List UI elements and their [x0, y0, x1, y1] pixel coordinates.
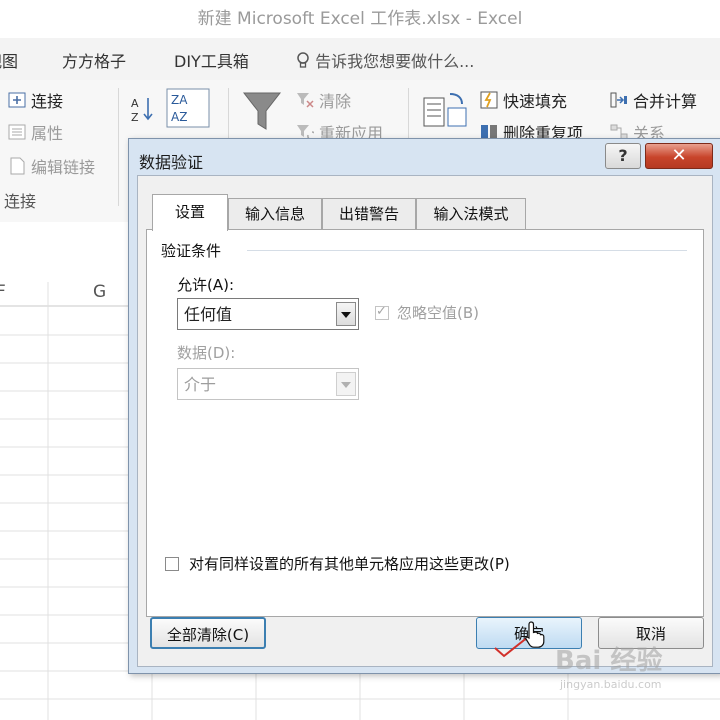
sort-az-icon[interactable]: A Z: [130, 94, 156, 124]
clear-filter-label: 清除: [319, 92, 352, 111]
watermark-url: jingyan.baidu.com: [560, 678, 662, 691]
menu-diy-toolbox[interactable]: DIY工具箱: [174, 48, 249, 72]
connections-label: 连接: [31, 92, 64, 111]
filter-icon[interactable]: [242, 90, 282, 134]
apply-all-label: 对有同样设置的所有其他单元格应用这些更改(P): [189, 555, 510, 573]
allow-label: 允许(A):: [177, 276, 235, 294]
svg-text:AZ: AZ: [171, 110, 187, 124]
properties-label: 属性: [31, 124, 64, 143]
chevron-down-icon[interactable]: [336, 372, 356, 396]
data-validation-dialog: 数据验证 ? ✕ 设置 输入信息 出错警告 输入法模式 验证条件 允许(A): …: [128, 138, 720, 674]
data-select[interactable]: 介于: [177, 368, 359, 400]
ignore-blank-checkbox[interactable]: [375, 304, 389, 320]
clear-all-button[interactable]: 全部清除(C): [150, 617, 266, 649]
allow-value: 任何值: [184, 305, 233, 324]
svg-text:A: A: [131, 97, 139, 110]
close-button[interactable]: ✕: [645, 143, 713, 169]
watermark-logo: Bai 经验: [555, 646, 663, 676]
flash-fill-label: 快速填充: [503, 92, 568, 111]
column-header-g[interactable]: G: [93, 282, 106, 302]
chevron-down-icon[interactable]: [336, 302, 356, 326]
mouse-cursor-icon: [525, 621, 545, 648]
menu-fangfang[interactable]: 方方格子: [62, 48, 126, 72]
svg-text:ZA: ZA: [171, 93, 188, 107]
close-icon: ✕: [671, 145, 687, 166]
group-separator: [118, 88, 119, 206]
consolidate-icon: [610, 92, 627, 108]
help-button[interactable]: ?: [605, 143, 641, 169]
section-divider: [247, 250, 687, 251]
sort-dialog-icon[interactable]: ZA AZ: [166, 88, 210, 128]
text-to-columns-icon[interactable]: [422, 88, 468, 130]
menu-view[interactable]: 视图: [0, 48, 18, 72]
edit-links-icon: [10, 157, 25, 175]
validation-criteria-label: 验证条件: [161, 242, 222, 260]
flash-fill-button[interactable]: 快速填充: [480, 88, 567, 112]
dialog-title: 数据验证: [139, 153, 204, 172]
ignore-blank-label: 忽略空值(B): [397, 304, 479, 322]
properties-button[interactable]: 属性: [8, 120, 63, 144]
data-value: 介于: [184, 375, 217, 394]
window-title: 新建 Microsoft Excel 工作表.xlsx - Excel: [0, 0, 720, 38]
tab-input-message[interactable]: 输入信息: [228, 198, 322, 229]
consolidate-button[interactable]: 合并计算: [610, 88, 697, 112]
tell-me-search[interactable]: 告诉我您想要做什么...: [296, 48, 474, 72]
menubar: 视图 方方格子 DIY工具箱 告诉我您想要做什么...: [0, 38, 720, 80]
connections-button[interactable]: 连接: [8, 88, 63, 112]
edit-links-button[interactable]: 编辑链接: [8, 154, 95, 178]
settings-panel: 验证条件 允许(A): 任何值 忽略空值(B) 数据(D): 介于 对有同样设置…: [146, 229, 704, 617]
dialog-body: 设置 输入信息 出错警告 输入法模式 验证条件 允许(A): 任何值 忽略空值(…: [137, 175, 713, 667]
apply-all-checkbox[interactable]: [165, 557, 179, 571]
properties-icon: [8, 124, 26, 140]
tab-settings[interactable]: 设置: [152, 194, 228, 231]
flash-fill-icon: [480, 91, 498, 109]
data-label: 数据(D):: [177, 344, 236, 362]
svg-text:Z: Z: [131, 111, 139, 124]
column-header-f[interactable]: F: [0, 282, 6, 302]
tell-me-text: 告诉我您想要做什么...: [315, 52, 475, 71]
tab-ime-mode[interactable]: 输入法模式: [416, 198, 526, 229]
connections-group-label: 连接: [4, 192, 37, 211]
tab-error-alert[interactable]: 出错警告: [322, 198, 416, 229]
clear-filter-button[interactable]: 清除: [296, 88, 351, 112]
edit-links-label: 编辑链接: [31, 158, 96, 177]
consolidate-label: 合并计算: [633, 92, 698, 111]
clear-filter-icon: [297, 93, 314, 108]
allow-select[interactable]: 任何值: [177, 298, 359, 330]
lightbulb-icon: [297, 52, 309, 68]
connections-icon: [8, 92, 26, 108]
